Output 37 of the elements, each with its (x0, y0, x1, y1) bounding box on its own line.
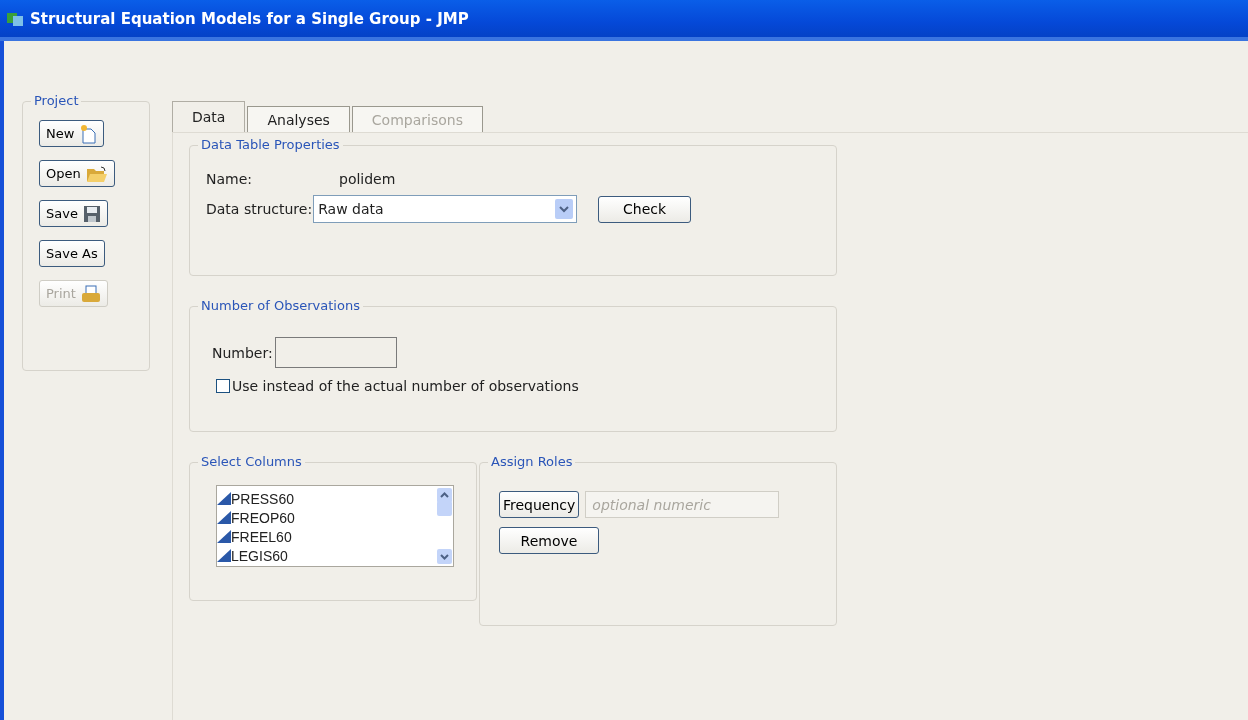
check-button[interactable]: Check (598, 195, 692, 223)
column-list-item[interactable]: FREOP60 (217, 508, 436, 527)
app-icon (6, 10, 24, 27)
window-title: Structural Equation Models for a Single Group - JMP (30, 9, 469, 28)
column-list-item[interactable]: FREEL60 (217, 527, 436, 546)
remove-button[interactable]: Remove (499, 527, 599, 554)
open-button[interactable]: Open (39, 160, 115, 187)
continuous-icon (217, 511, 231, 524)
name-value: polidem (339, 171, 396, 187)
frequency-field[interactable]: optional numeric (585, 491, 780, 518)
tab[interactable]: Analyses (247, 106, 350, 132)
group-title: Data Table Properties (198, 137, 343, 152)
group-title: Assign Roles (488, 454, 576, 469)
new-document-icon (79, 123, 98, 144)
scroll-down-icon[interactable] (437, 549, 452, 564)
group-title: Number of Observations (198, 298, 363, 313)
data-structure-label: Data structure: (206, 201, 313, 217)
new-button[interactable]: New (39, 120, 105, 147)
name-label: Name: (206, 171, 254, 187)
continuous-icon (217, 530, 231, 543)
continuous-icon (217, 492, 231, 505)
checkbox[interactable] (216, 379, 230, 393)
column-list-item[interactable]: PRESS60 (217, 489, 436, 508)
checkbox-label: Use instead of the actual number of observations (232, 378, 579, 394)
save-as-button[interactable]: Save As (39, 240, 105, 267)
tab[interactable]: Data (172, 101, 246, 132)
folder-icon (85, 164, 108, 183)
printer-icon (80, 284, 101, 303)
data-structure-dropdown[interactable]: Raw data (313, 195, 578, 223)
number-field[interactable] (274, 337, 397, 368)
continuous-icon (217, 549, 231, 562)
frequency-button[interactable]: Frequency (499, 491, 580, 518)
group-title: Project (31, 93, 82, 108)
save-button[interactable]: Save (39, 200, 108, 227)
group-title: Select Columns (198, 454, 305, 469)
column-list-item[interactable]: LEGIS60 (217, 546, 436, 565)
number-label: Number: (212, 344, 273, 361)
